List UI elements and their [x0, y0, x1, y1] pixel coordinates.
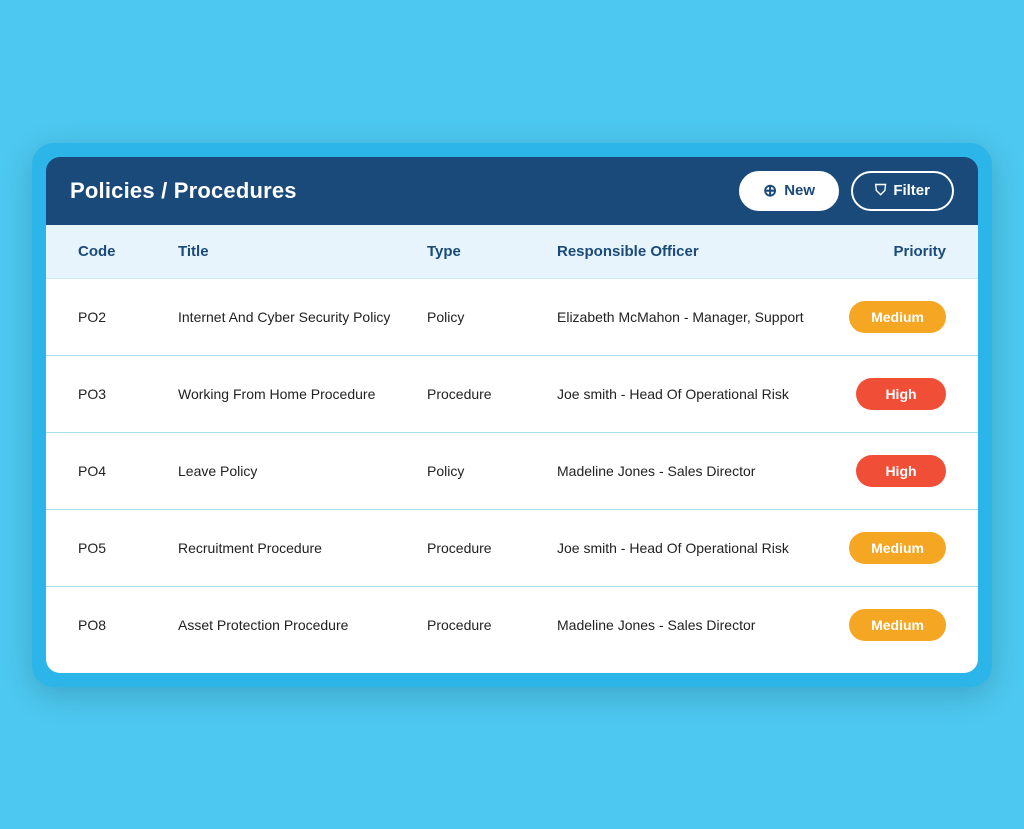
inner-card: Code Title Type Responsible Officer Prio…	[46, 225, 978, 673]
outer-card: Policies / Procedures ⊕ New ⛉ Filter Cod…	[32, 143, 992, 687]
priority-badge: Medium	[849, 301, 946, 333]
priority-badge: High	[856, 455, 946, 487]
cell-title: Asset Protection Procedure	[178, 617, 427, 633]
col-header-title: Title	[178, 243, 427, 260]
new-button[interactable]: ⊕ New	[739, 171, 839, 211]
new-button-label: New	[784, 182, 815, 199]
cell-officer: Joe smith - Head Of Operational Risk	[557, 386, 806, 402]
cell-code: PO4	[78, 463, 178, 479]
cell-priority: Medium	[806, 301, 946, 333]
cell-officer: Madeline Jones - Sales Director	[557, 617, 806, 633]
cell-type: Procedure	[427, 386, 557, 402]
cell-title: Recruitment Procedure	[178, 540, 427, 556]
filter-button[interactable]: ⛉ Filter	[851, 171, 954, 211]
header-actions: ⊕ New ⛉ Filter	[739, 171, 954, 211]
cell-priority: High	[806, 455, 946, 487]
col-header-priority: Priority	[806, 243, 946, 260]
plus-icon: ⊕	[763, 181, 777, 201]
cell-priority: High	[806, 378, 946, 410]
page-title: Policies / Procedures	[70, 178, 297, 204]
col-header-code: Code	[78, 243, 178, 260]
cell-type: Policy	[427, 463, 557, 479]
priority-badge: High	[856, 378, 946, 410]
table-row[interactable]: PO8 Asset Protection Procedure Procedure…	[46, 587, 978, 663]
cell-priority: Medium	[806, 532, 946, 564]
header-bar: Policies / Procedures ⊕ New ⛉ Filter	[46, 157, 978, 225]
cell-code: PO3	[78, 386, 178, 402]
cell-code: PO5	[78, 540, 178, 556]
table-body: PO2 Internet And Cyber Security Policy P…	[46, 279, 978, 663]
table-row[interactable]: PO2 Internet And Cyber Security Policy P…	[46, 279, 978, 356]
cell-title: Working From Home Procedure	[178, 386, 427, 402]
col-header-type: Type	[427, 243, 557, 260]
cell-code: PO2	[78, 309, 178, 325]
table-row[interactable]: PO3 Working From Home Procedure Procedur…	[46, 356, 978, 433]
filter-button-label: Filter	[893, 182, 930, 199]
col-header-officer: Responsible Officer	[557, 243, 806, 260]
cell-officer: Madeline Jones - Sales Director	[557, 463, 806, 479]
cell-code: PO8	[78, 617, 178, 633]
table-container: Code Title Type Responsible Officer Prio…	[46, 225, 978, 673]
priority-badge: Medium	[849, 532, 946, 564]
filter-icon: ⛉	[875, 182, 886, 199]
table-header: Code Title Type Responsible Officer Prio…	[46, 225, 978, 279]
cell-type: Procedure	[427, 617, 557, 633]
cell-officer: Joe smith - Head Of Operational Risk	[557, 540, 806, 556]
cell-type: Policy	[427, 309, 557, 325]
cell-type: Procedure	[427, 540, 557, 556]
table-row[interactable]: PO4 Leave Policy Policy Madeline Jones -…	[46, 433, 978, 510]
cell-priority: Medium	[806, 609, 946, 641]
table-row[interactable]: PO5 Recruitment Procedure Procedure Joe …	[46, 510, 978, 587]
priority-badge: Medium	[849, 609, 946, 641]
cell-title: Internet And Cyber Security Policy	[178, 309, 427, 325]
cell-title: Leave Policy	[178, 463, 427, 479]
cell-officer: Elizabeth McMahon - Manager, Support	[557, 309, 806, 325]
